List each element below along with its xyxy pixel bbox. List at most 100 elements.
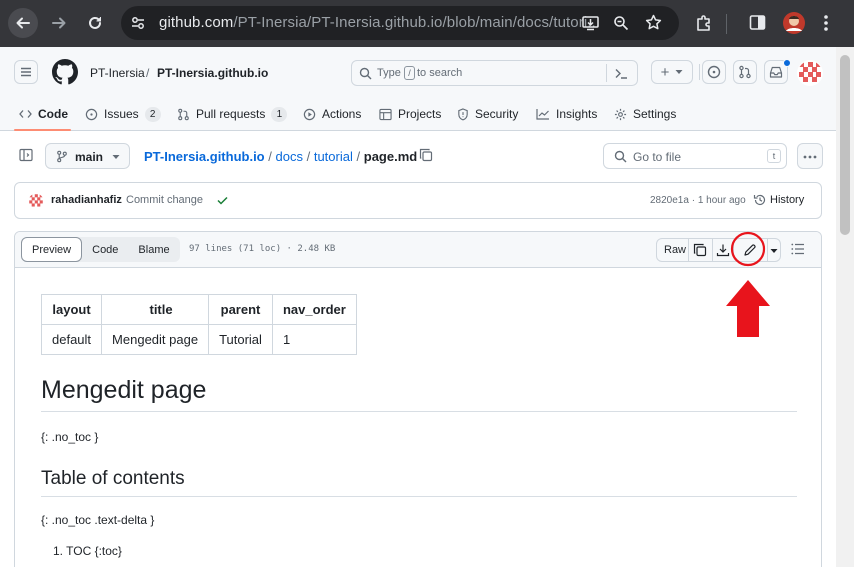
commit-hash-time[interactable]: 2820e1a · 1 hour ago [650, 195, 746, 206]
repo-owner-link[interactable]: PT-Inersia [90, 66, 145, 80]
branch-selector[interactable]: main [45, 143, 130, 169]
back-button[interactable] [8, 8, 38, 38]
tab-label: Actions [322, 107, 362, 121]
go-to-file-shortcut: t [767, 149, 781, 163]
blame-tab[interactable]: Blame [128, 237, 179, 262]
button-divider [712, 239, 713, 261]
tab-insights[interactable]: Insights [536, 97, 597, 131]
search-shortcut-key: / [404, 66, 415, 80]
breadcrumb-sep: / [268, 149, 272, 164]
breadcrumb-tutorial[interactable]: tutorial [314, 149, 353, 164]
tab-security[interactable]: Security [457, 97, 518, 131]
site-info-icon[interactable] [130, 15, 146, 31]
reload-icon [89, 16, 101, 29]
tab-count: 1 [271, 106, 288, 122]
browser-toolbar: github.com/PT-Inersia/PT-Inersia.github.… [0, 0, 854, 47]
file-meta: 97 lines (71 loc) · 2.48 KB [189, 244, 336, 254]
search-divider [606, 64, 607, 82]
history-link[interactable]: History [770, 194, 804, 206]
forward-arrow-icon [52, 17, 66, 29]
tab-count: 2 [144, 106, 161, 122]
button-divider [688, 239, 689, 261]
tab-settings[interactable]: Settings [614, 97, 676, 131]
url-host: github.com [159, 14, 234, 31]
file-viewer: Preview Code Blame 97 lines (71 loc) · 2… [14, 231, 822, 567]
code-tab[interactable]: Code [82, 237, 128, 262]
latest-commit: rahadianhafiz Commit change 2820e1a · 1 … [14, 182, 822, 219]
table-header: layout [40, 294, 103, 325]
breadcrumb-repo[interactable]: PT-Inersia.github.io [144, 149, 265, 164]
copy-path-icon[interactable] [419, 148, 433, 162]
scrollbar-thumb[interactable] [840, 55, 850, 235]
search-input[interactable]: Type / to search [351, 60, 638, 86]
search-icon [359, 67, 372, 80]
repo-name-link[interactable]: PT-Inersia.github.io [157, 66, 268, 80]
outline-list-icon[interactable] [791, 243, 805, 255]
profile-avatar-icon[interactable] [783, 12, 805, 34]
create-new-button[interactable]: + [651, 60, 693, 84]
pull-requests-button[interactable] [733, 60, 757, 84]
github-logo-icon[interactable] [52, 59, 78, 85]
more-options-button[interactable] [797, 143, 823, 169]
annotation-overlay [726, 231, 770, 337]
menu-button[interactable] [14, 60, 38, 84]
history-icon [753, 193, 767, 207]
tab-actions[interactable]: Actions [303, 97, 361, 131]
url-path: /PT-Inersia/PT-Inersia.github.io/blob/ma… [233, 14, 601, 31]
branch-icon [57, 150, 67, 163]
breadcrumb: PT-Inersia.github.io / docs / tutorial /… [144, 149, 417, 164]
table-cell: 1 [271, 324, 357, 355]
breadcrumb-sep: / [306, 149, 311, 164]
tab-pull-requests[interactable]: Pull requests 1 [177, 97, 288, 131]
commit-author[interactable]: rahadianhafiz [51, 194, 122, 206]
command-palette-icon[interactable] [614, 67, 628, 80]
copy-icon[interactable] [693, 243, 707, 257]
breadcrumb-docs[interactable]: docs [276, 149, 303, 164]
annotation-circle [730, 231, 766, 267]
reload-button[interactable] [80, 8, 110, 38]
side-panel-icon[interactable] [749, 14, 766, 31]
tab-label: Settings [633, 107, 677, 121]
user-avatar[interactable] [797, 60, 823, 86]
check-icon [217, 196, 228, 205]
tab-label: Code [38, 107, 68, 121]
install-app-icon[interactable] [582, 15, 599, 31]
go-to-file-input[interactable]: Go to file t [603, 143, 787, 169]
issues-button[interactable] [702, 60, 726, 84]
tab-projects[interactable]: Projects [379, 97, 441, 131]
code-icon [19, 110, 32, 118]
commit-message[interactable]: Commit change [126, 194, 203, 206]
github-header: PT-Inersia / PT-Inersia.github.io Type /… [0, 47, 836, 131]
tab-label: Security [475, 107, 519, 121]
tab-code[interactable]: Code [14, 97, 71, 131]
plus-icon: + [660, 63, 670, 81]
star-icon[interactable] [645, 14, 662, 31]
crumb-separator: / [146, 66, 150, 80]
search-placeholder-rest: to search [417, 67, 463, 79]
paragraph: {: .no_toc } [41, 430, 99, 444]
zoom-icon[interactable] [613, 15, 629, 31]
file-toolbar: Preview Code Blame 97 lines (71 loc) · 2… [15, 232, 821, 268]
raw-button[interactable]: Raw [664, 244, 686, 256]
table-cell: default [40, 324, 103, 355]
forward-button[interactable] [44, 8, 74, 38]
file-navigation: main PT-Inersia.github.io / docs / tutor… [0, 131, 836, 181]
table-header: title [101, 294, 210, 325]
sidebar-expand-icon[interactable] [19, 148, 33, 162]
tab-issues[interactable]: Issues 2 [85, 97, 161, 131]
table-header: nav_order [271, 294, 357, 325]
extensions-icon[interactable] [695, 14, 713, 32]
inbox-icon [769, 66, 783, 78]
tab-label: Pull requests [196, 107, 266, 121]
kebab-menu-icon[interactable] [823, 14, 829, 32]
url-text[interactable]: github.com/PT-Inersia/PT-Inersia.github.… [159, 14, 600, 31]
preview-tab[interactable]: Preview [21, 237, 83, 262]
hamburger-icon [21, 67, 31, 77]
paragraph: {: .no_toc .text-delta } [41, 513, 155, 527]
author-avatar[interactable] [28, 193, 44, 209]
address-bar[interactable]: github.com/PT-Inersia/PT-Inersia.github.… [121, 6, 679, 40]
ordered-list-item: 1. TOC {:toc} [53, 544, 122, 558]
pull-request-icon [739, 65, 751, 79]
breadcrumb-sep: / [356, 149, 361, 164]
table-icon [379, 108, 392, 120]
